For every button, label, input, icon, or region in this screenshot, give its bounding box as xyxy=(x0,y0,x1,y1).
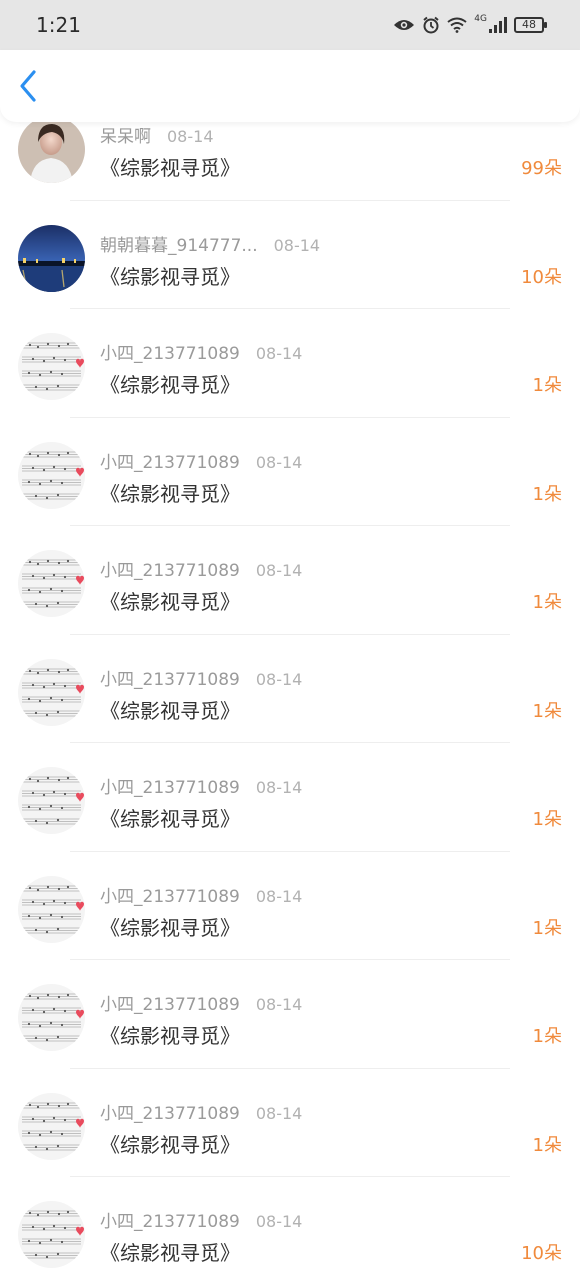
status-bar: 1:21 4G 48 xyxy=(0,0,580,50)
meta-line: 小四_213771089 08-14 xyxy=(100,448,302,473)
username[interactable]: 小四_213771089 xyxy=(100,339,240,364)
meta-line: 小四_213771089 08-14 xyxy=(100,1207,302,1232)
book-title: 《综影视寻觅》 xyxy=(100,373,240,397)
list-item[interactable]: 小四_213771089 08-14 《综影视寻觅》 1朵 xyxy=(0,635,580,743)
list-item[interactable]: 小四_213771089 08-14 《综影视寻觅》 10朵 xyxy=(0,1177,580,1280)
avatar[interactable] xyxy=(18,984,85,1051)
avatar[interactable] xyxy=(18,441,85,509)
avatar[interactable] xyxy=(18,333,85,400)
avatar[interactable] xyxy=(18,1201,85,1268)
date: 08-14 xyxy=(255,778,303,797)
book-title: 《综影视寻觅》 xyxy=(100,156,240,180)
flower-count: 1朵 xyxy=(532,809,562,830)
avatar[interactable] xyxy=(18,767,85,834)
book-title: 《综影视寻觅》 xyxy=(100,590,240,614)
book-title: 《综影视寻觅》 xyxy=(100,481,240,506)
username[interactable]: 小四_213771089 xyxy=(100,665,240,690)
flower-count: 1朵 xyxy=(532,700,562,722)
date: 08-14 xyxy=(255,344,303,363)
username[interactable]: 小四_213771089 xyxy=(100,773,240,798)
avatar[interactable] xyxy=(18,224,85,292)
avatar[interactable] xyxy=(18,550,85,617)
username[interactable]: 小四_213771089 xyxy=(100,882,240,907)
date: 08-14 xyxy=(255,561,303,580)
avatar[interactable] xyxy=(18,1092,85,1160)
status-icons: 4G 48 xyxy=(393,14,547,34)
avatar[interactable] xyxy=(18,875,85,943)
status-time: 1:21 xyxy=(36,13,81,37)
date: 08-14 xyxy=(255,669,303,689)
chevron-left-icon xyxy=(20,70,36,102)
avatar[interactable] xyxy=(18,658,85,726)
username[interactable]: 小四_213771089 xyxy=(100,1207,240,1232)
back-button[interactable] xyxy=(18,66,54,106)
meta-line: 朝朝暮暮_914777... 08-14 xyxy=(100,231,320,256)
username[interactable]: 朝朝暮暮_914777... xyxy=(100,231,258,256)
avatar[interactable] xyxy=(18,116,85,183)
list-item[interactable]: 小四_213771089 08-14 《综影视寻觅》 1朵 xyxy=(0,526,580,635)
signal-icon xyxy=(489,17,507,33)
list-item[interactable]: 小四_213771089 08-14 《综影视寻觅》 1朵 xyxy=(0,960,580,1069)
date: 08-14 xyxy=(167,127,214,146)
username[interactable]: 小四_213771089 xyxy=(100,448,240,473)
username[interactable]: 小四_213771089 xyxy=(100,556,240,581)
battery-icon: 48 xyxy=(514,17,547,33)
flower-count: 10朵 xyxy=(521,1243,562,1264)
meta-line: 小四_213771089 08-14 xyxy=(100,339,302,364)
list-item[interactable]: 小四_213771089 08-14 《综影视寻觅》 1朵 xyxy=(0,743,580,852)
flower-count: 99朵 xyxy=(521,158,562,179)
meta-line: 小四_213771089 08-14 xyxy=(100,556,302,581)
username[interactable]: 呆呆啊 xyxy=(100,122,151,147)
wifi-icon xyxy=(447,17,467,33)
book-title: 《综影视寻觅》 xyxy=(100,807,240,831)
flower-count: 1朵 xyxy=(532,1134,562,1156)
meta-line: 小四_213771089 08-14 xyxy=(100,665,302,690)
date: 08-14 xyxy=(255,1103,303,1123)
book-title: 《综影视寻觅》 xyxy=(100,1024,240,1048)
network-label: 4G xyxy=(474,14,487,24)
header-bar xyxy=(0,50,580,122)
book-title: 《综影视寻觅》 xyxy=(100,698,240,723)
date: 08-14 xyxy=(255,452,303,472)
flower-count: 1朵 xyxy=(532,375,562,396)
list-item[interactable]: 朝朝暮暮_914777... 08-14 《综影视寻觅》 10朵 xyxy=(0,201,580,309)
date: 08-14 xyxy=(255,1212,303,1231)
date: 08-14 xyxy=(255,886,303,906)
gift-list: 呆呆啊 08-14 《综影视寻觅》 99朵朝朝暮暮_914777... 08-14 《综影… xyxy=(0,92,580,1280)
flower-count: 10朵 xyxy=(521,266,562,288)
book-title: 《综影视寻觅》 xyxy=(100,1132,240,1157)
list-item[interactable]: 小四_213771089 08-14 《综影视寻觅》 1朵 xyxy=(0,418,580,526)
username[interactable]: 小四_213771089 xyxy=(100,1099,240,1124)
flower-count: 1朵 xyxy=(532,1026,562,1047)
list-item[interactable]: 小四_213771089 08-14 《综影视寻觅》 1朵 xyxy=(0,852,580,960)
book-title: 《综影视寻觅》 xyxy=(100,1241,240,1265)
meta-line: 小四_213771089 08-14 xyxy=(100,882,302,907)
book-title: 《综影视寻觅》 xyxy=(100,915,240,940)
flower-count: 1朵 xyxy=(532,917,562,939)
list-item[interactable]: 小四_213771089 08-14 《综影视寻觅》 1朵 xyxy=(0,1069,580,1177)
meta-line: 呆呆啊 08-14 xyxy=(100,122,214,147)
book-title: 《综影视寻觅》 xyxy=(100,264,240,289)
flower-count: 1朵 xyxy=(532,483,562,505)
meta-line: 小四_213771089 08-14 xyxy=(100,990,302,1015)
date: 08-14 xyxy=(273,235,321,255)
meta-line: 小四_213771089 08-14 xyxy=(100,1099,302,1124)
flower-count: 1朵 xyxy=(532,592,562,613)
list-item[interactable]: 小四_213771089 08-14 《综影视寻觅》 1朵 xyxy=(0,309,580,418)
meta-line: 小四_213771089 08-14 xyxy=(100,773,302,798)
username[interactable]: 小四_213771089 xyxy=(100,990,240,1015)
eye-icon xyxy=(394,20,415,30)
alarm-icon xyxy=(423,16,439,34)
date: 08-14 xyxy=(255,995,303,1014)
